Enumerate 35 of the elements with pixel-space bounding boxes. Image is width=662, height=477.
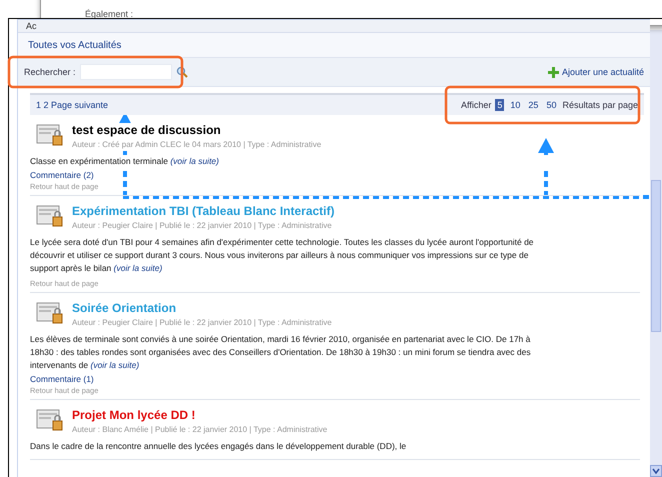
page-size-option[interactable]: 10 [508,99,522,111]
tab-label[interactable]: Ac [26,21,37,31]
article-meta: Auteur : Créé par Admin CLEC le 04 mars 2010 | Type : Administrative [72,140,322,149]
add-news-link[interactable]: Ajouter une actualité [548,66,644,78]
show-label: Afficher [461,100,492,110]
read-more-link[interactable]: (voir la suite) [90,360,140,370]
search-label: Rechercher : [24,67,76,77]
per-page-label: Résultats par page [562,100,638,110]
article-meta: Auteur : Blanc Amélie | Publié le : 22 janvier 2010 | Type : Administrative [72,425,328,434]
pagination-links[interactable]: 1 2 Page suivante [36,100,108,110]
article-meta: Auteur : Peugier Claire | Publié le : 22 janvier 2010 | Type : Administrative [72,221,332,230]
dotted-arrow [538,138,554,197]
comments-link[interactable]: Commentaire (2) [30,170,94,180]
section-title: Toutes vos Actualités [28,40,122,50]
popup-text: Également : [85,9,134,19]
document-lock-icon [36,204,64,228]
article-meta: Auteur : Peugier Claire | Publié le : 22 janvier 2010 | Type : Administrative [72,318,332,327]
document-lock-icon [36,301,64,325]
plus-icon [548,66,559,78]
scroll-down-icon[interactable] [650,465,662,477]
page-size-option[interactable]: 25 [526,99,540,111]
search-icon[interactable] [176,66,188,78]
read-more-link[interactable]: (voir la suite) [170,156,219,166]
document-lock-icon [36,408,64,432]
page-size-option[interactable]: 5 [495,99,504,111]
document-lock-icon [36,123,64,147]
scrollbar-thumb[interactable] [651,180,661,332]
read-more-link[interactable]: (voir la suite) [114,263,162,273]
article-title[interactable]: Projet Mon lycée DD ! [72,408,196,422]
comments-link[interactable]: Commentaire (1) [30,374,94,384]
article-title[interactable]: test espace de discussion [72,123,221,137]
article-text: Classe en expérimentation terminale (voir la suite) [30,155,550,168]
search-field[interactable] [80,64,172,80]
scrollbar[interactable] [650,30,662,477]
page-size-option[interactable]: 50 [544,99,558,111]
